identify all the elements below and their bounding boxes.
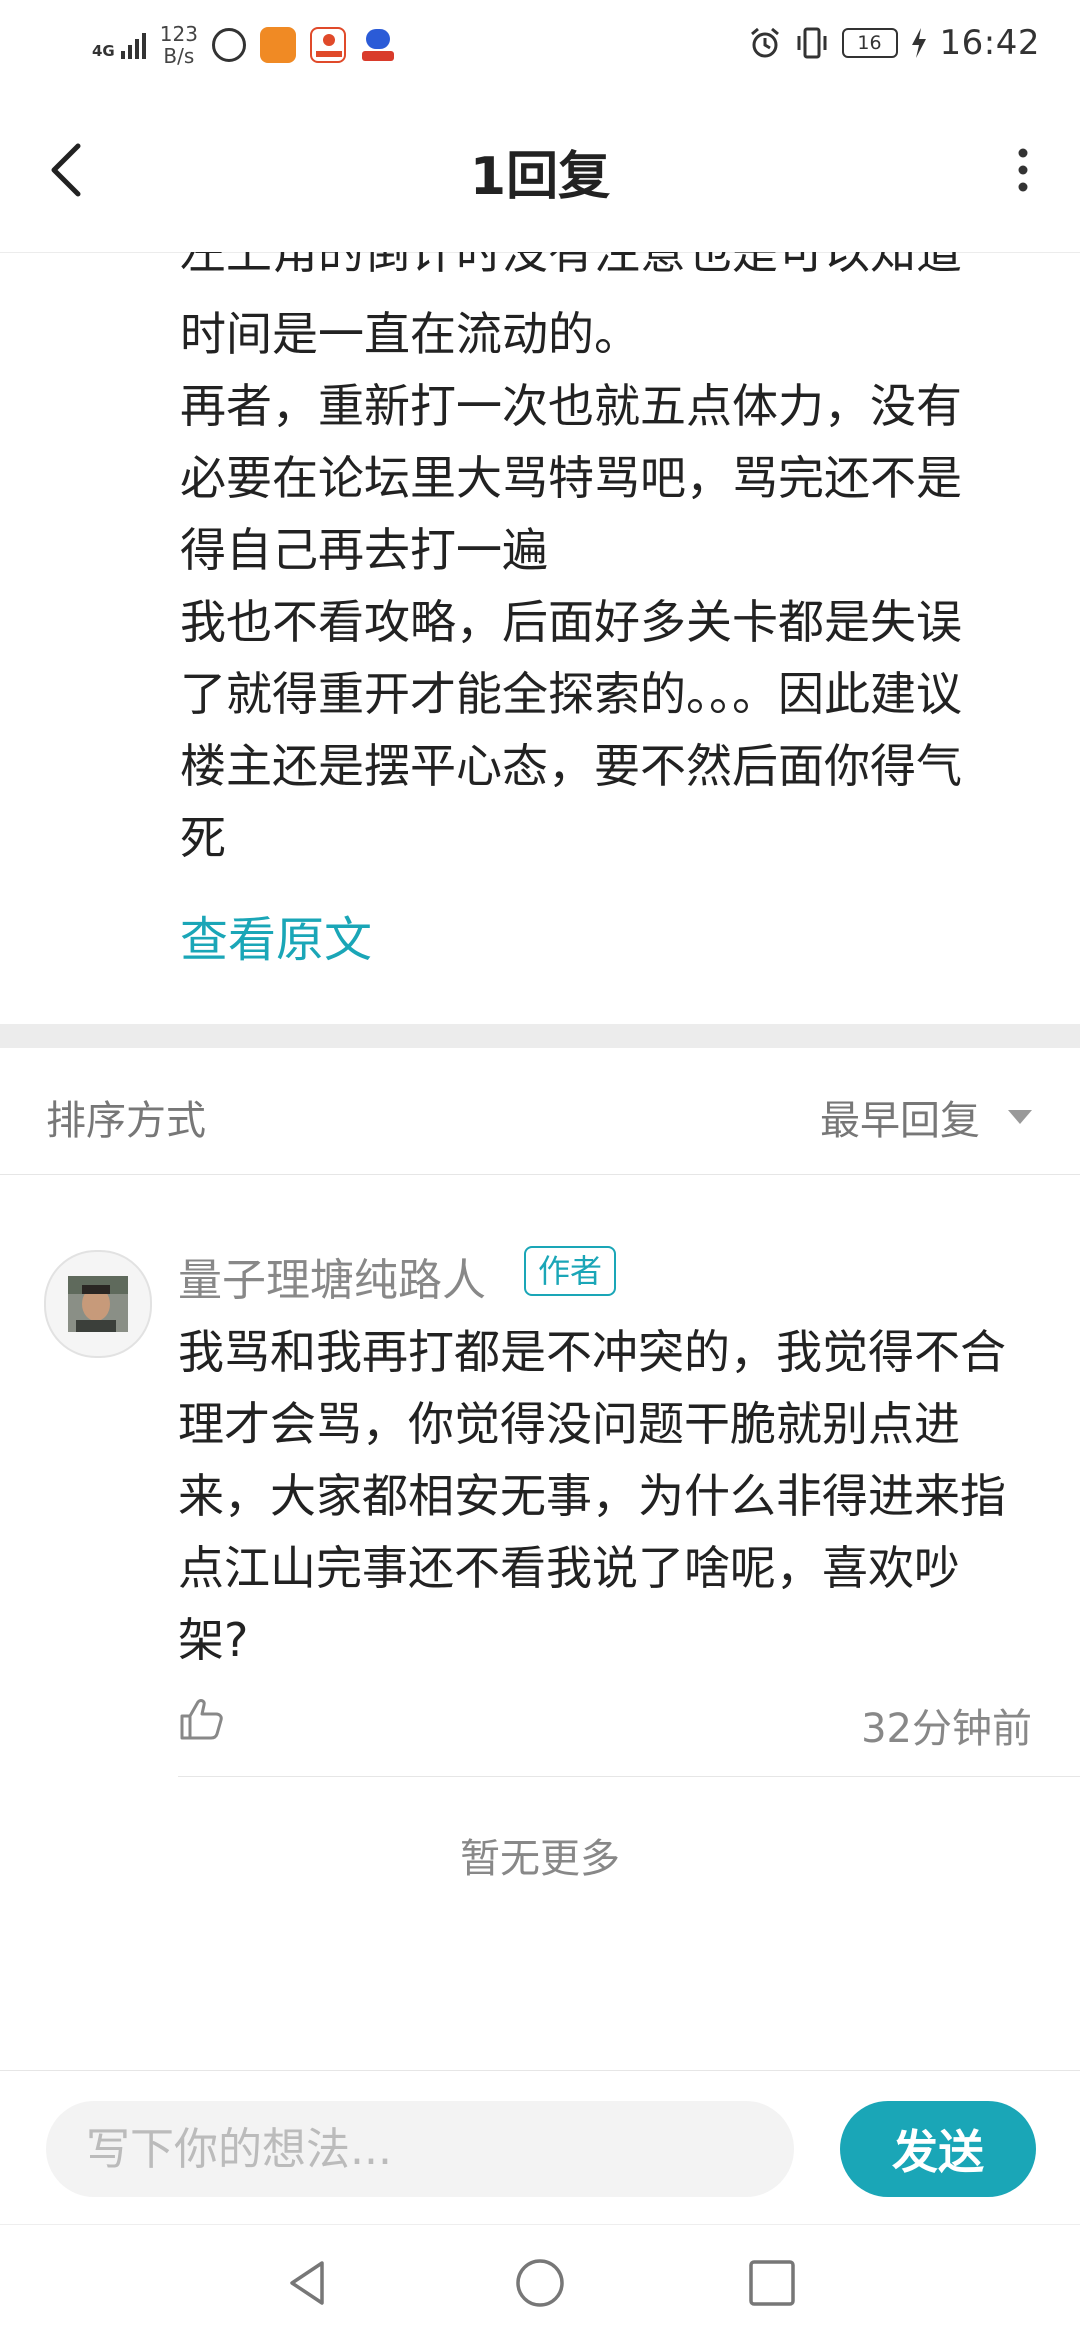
avatar[interactable]	[44, 1250, 152, 1358]
data-saver-icon	[211, 28, 246, 62]
alarm-icon	[750, 27, 779, 58]
page-title: 1回复	[469, 147, 611, 207]
more-options-icon[interactable]	[1018, 148, 1028, 192]
post-clipped-text: 左上角的倒计时没有注意也是可以知道	[180, 252, 962, 279]
user-photo-icon	[68, 1276, 128, 1332]
signal-indicator: 4G	[92, 31, 146, 59]
network-rate-unit: B/s	[163, 44, 195, 68]
baidu-app-icon	[359, 27, 396, 63]
sort-label: 排序方式	[46, 1098, 206, 1144]
nav-back-icon[interactable]	[282, 2257, 334, 2309]
status-right: 16 16:42	[748, 18, 1040, 68]
network-rate-value: 123	[159, 22, 198, 46]
post-clipped-line: 左上角的倒计时没有注意也是可以知道	[180, 252, 1000, 292]
vibrate-icon	[797, 27, 827, 59]
nav-recents-icon[interactable]	[746, 2257, 798, 2309]
sort-row: 排序方式 最早回复	[0, 1048, 1080, 1175]
app-header: 1回复	[0, 84, 1080, 253]
post-paragraph: 再者，重新打一次也就五点体力，没有必要在论坛里大骂特骂吧，骂完还不是得自己再去打…	[180, 379, 962, 577]
network-type: 4G	[92, 42, 115, 60]
status-bar: 4G 123 B/s 16 16:42	[0, 0, 1080, 84]
system-nav-bar	[0, 2224, 1080, 2341]
map-app-icon	[309, 27, 346, 63]
battery-level: 16	[841, 28, 898, 58]
reply-time: 32分钟前	[861, 1706, 1032, 1752]
comment-input[interactable]	[46, 2101, 794, 2197]
sort-dropdown[interactable]: 最早回复	[820, 1088, 980, 1146]
signal-bars-icon	[120, 31, 146, 59]
comment-bar: 发送	[0, 2070, 1080, 2223]
author-badge: 作者	[524, 1246, 617, 1296]
reply-divider	[178, 1776, 1080, 1777]
post-paragraph: 我也不看攻略，后面好多关卡都是失误了就得重开才能全探索的。。。因此建议楼主还是摆…	[180, 595, 962, 865]
status-time: 16:42	[939, 23, 1040, 63]
original-post-text: 时间是一直在流动的。 再者，重新打一次也就五点体力，没有必要在论坛里大骂特骂吧，…	[180, 298, 1000, 874]
charging-icon	[911, 28, 926, 58]
thumbs-up-icon[interactable]	[178, 1696, 224, 1742]
caret-down-icon[interactable]	[1008, 1110, 1032, 1124]
no-more-label: 暂无更多	[460, 1836, 620, 1882]
section-divider	[0, 1024, 1080, 1048]
nav-home-icon[interactable]	[514, 2257, 566, 2309]
view-original-link[interactable]: 查看原文	[180, 900, 372, 970]
reply-username[interactable]: 量子理塘纯路人	[178, 1244, 486, 1308]
post-paragraph: 时间是一直在流动的。	[180, 307, 640, 361]
network-rate: 123 B/s	[160, 23, 198, 67]
uc-browser-icon	[259, 27, 296, 63]
reply-text: 我骂和我再打都是不冲突的，我觉得不合理才会骂，你觉得没问题干脆就别点进来，大家都…	[178, 1325, 1006, 1667]
send-button[interactable]: 发送	[840, 2101, 1036, 2197]
status-left: 4G 123 B/s	[92, 20, 396, 70]
